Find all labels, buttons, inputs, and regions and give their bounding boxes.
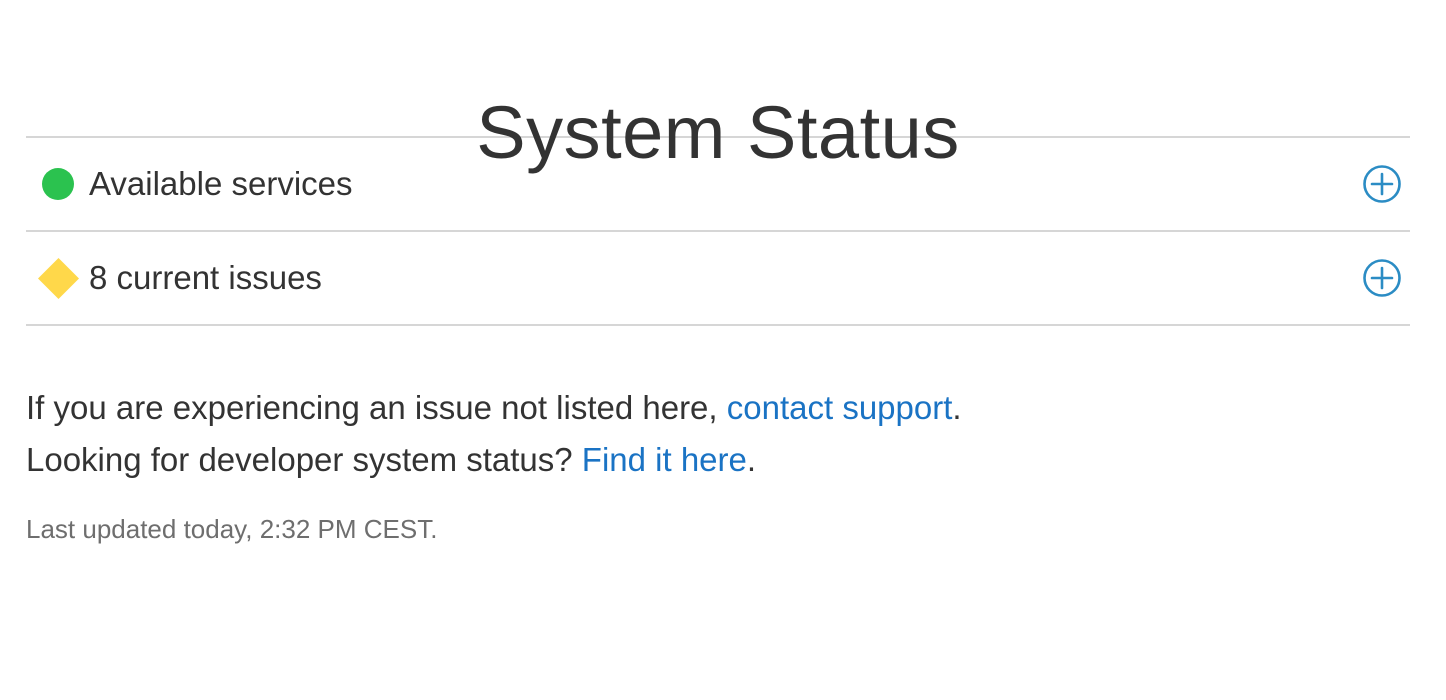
expand-available-services-button[interactable]: [1362, 164, 1402, 204]
plus-circle-icon: [1362, 164, 1402, 204]
contact-support-suffix: .: [952, 389, 962, 426]
plus-circle-icon: [1362, 258, 1402, 298]
contact-support-prefix: If you are experiencing an issue not lis…: [26, 389, 727, 426]
green-dot-icon: [32, 158, 84, 210]
status-row-available-services[interactable]: Available services: [26, 138, 1410, 232]
status-list: Available services 8 current issues: [26, 136, 1410, 326]
status-label-current-issues: 8 current issues: [89, 259, 322, 296]
system-status-page: System Status Available services 8 curre…: [26, 0, 1410, 546]
help-info: If you are experiencing an issue not lis…: [26, 382, 1410, 486]
page-title: System Status: [476, 91, 960, 174]
contact-support-line: If you are experiencing an issue not lis…: [26, 382, 1410, 434]
contact-support-link[interactable]: contact support: [727, 389, 953, 426]
developer-status-suffix: .: [746, 441, 757, 478]
developer-status-prefix: Looking for developer system status?: [26, 441, 582, 478]
yellow-diamond-icon: [32, 252, 84, 304]
developer-status-line: Looking for developer system status? Fin…: [26, 434, 1410, 486]
developer-status-link[interactable]: Find it here: [582, 441, 747, 478]
status-label-available-services: Available services: [89, 165, 353, 202]
status-row-current-issues[interactable]: 8 current issues: [26, 232, 1410, 326]
expand-current-issues-button[interactable]: [1362, 258, 1402, 298]
last-updated-text: Last updated today, 2:32 PM CEST.: [26, 514, 438, 544]
